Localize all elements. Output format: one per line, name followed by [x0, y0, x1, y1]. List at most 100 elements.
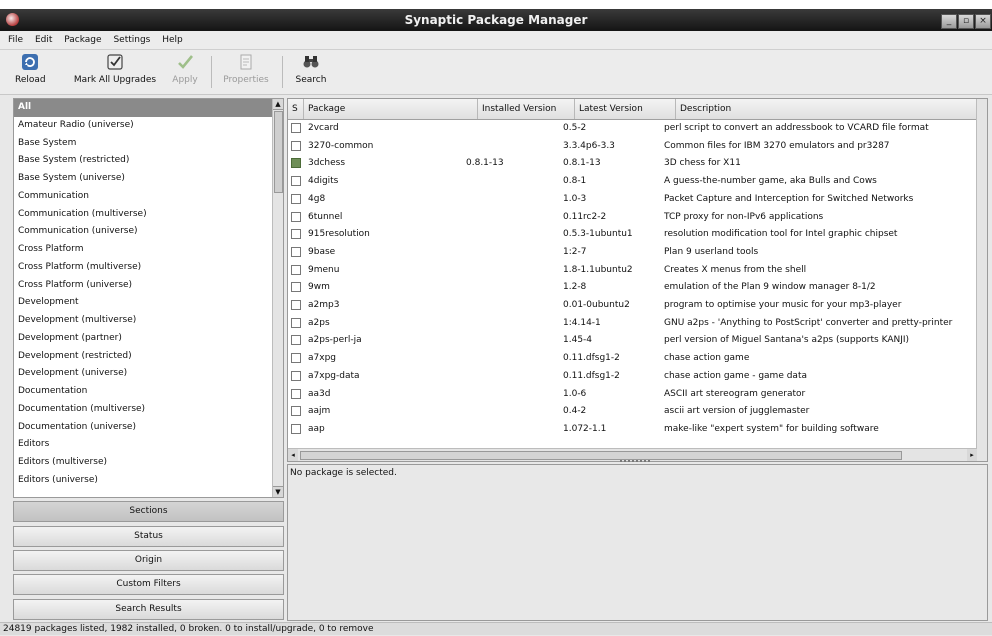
header-package[interactable]: Package [304, 99, 478, 119]
header-latest-version[interactable]: Latest Version [575, 99, 676, 119]
status-checkbox[interactable] [291, 335, 301, 346]
table-row[interactable]: 2vcard 0.5-2 perl script to convert an add… [288, 120, 987, 138]
mark-all-upgrades-button[interactable]: Mark All Upgrades [73, 53, 157, 85]
section-item[interactable]: Base System (universe) [14, 170, 283, 188]
section-item[interactable]: Development (multiverse) [14, 312, 283, 330]
status-checkbox[interactable] [291, 370, 301, 381]
close-button[interactable]: × [975, 14, 991, 29]
table-row[interactable]: a7xpg-data 0.11.dfsg1-2 chase action game … [288, 368, 987, 386]
latest-version: 1.2-8 [563, 282, 587, 293]
status-checkbox[interactable] [291, 353, 301, 364]
menu-file[interactable]: File [8, 31, 23, 49]
table-row[interactable]: a2ps 1:4.14-1 GNU a2ps - 'Anything to Post… [288, 315, 987, 333]
section-item[interactable]: Cross Platform [14, 241, 283, 259]
table-row[interactable]: 9base 1:2-7 Plan 9 userland tools [288, 244, 987, 262]
section-item[interactable]: Documentation (universe) [14, 419, 283, 437]
status-checkbox[interactable] [291, 123, 301, 133]
latest-version: 1.45-4 [563, 335, 593, 346]
table-row[interactable]: 3dchess 0.8.1-13 0.8.1-13 3D chess for X11 [288, 155, 987, 173]
status-checkbox[interactable] [291, 229, 301, 240]
package-name: a2ps [308, 317, 330, 328]
table-row[interactable]: 915resolution 0.5.3-1ubuntu1 resolution mo… [288, 226, 987, 244]
custom-filters-button[interactable]: Custom Filters [13, 574, 284, 595]
table-row[interactable]: aajm 0.4-2 ascii art version of jugglemast… [288, 403, 987, 421]
scroll-right-arrow-icon[interactable]: ▸ [967, 449, 977, 461]
status-filter-button[interactable]: Status [13, 526, 284, 547]
section-item[interactable]: Development [14, 294, 283, 312]
window-title: Synaptic Package Manager [404, 13, 588, 27]
menu-help[interactable]: Help [162, 31, 183, 49]
header-installed-version[interactable]: Installed Version [478, 99, 575, 119]
section-item[interactable]: Communication [14, 188, 283, 206]
table-row[interactable]: aap 1.072-1.1 make-like "expert system" fo… [288, 421, 987, 439]
header-description[interactable]: Description [676, 99, 977, 119]
section-item[interactable]: All [14, 99, 283, 117]
installed-status-icon[interactable] [291, 158, 301, 169]
table-row[interactable]: 9menu 1.8-1.1ubuntu2 Creates X menus from … [288, 262, 987, 280]
mark-upgrades-icon [107, 54, 123, 70]
section-item[interactable]: Development (universe) [14, 365, 283, 383]
status-checkbox[interactable] [291, 140, 301, 151]
menu-bar: File Edit Package Settings Help [0, 31, 992, 50]
package-vertical-scrollbar[interactable] [976, 99, 987, 461]
origin-filter-button[interactable]: Origin [13, 550, 284, 571]
section-item[interactable]: Communication (universe) [14, 223, 283, 241]
reload-icon [22, 54, 38, 70]
section-item[interactable]: Cross Platform (universe) [14, 277, 283, 295]
section-item[interactable]: Editors [14, 436, 283, 454]
section-item[interactable]: Amateur Radio (universe) [14, 117, 283, 135]
status-checkbox[interactable] [291, 246, 301, 257]
apply-button[interactable]: Apply [170, 53, 200, 85]
reload-button[interactable]: Reload [15, 53, 46, 85]
scroll-up-arrow-icon[interactable]: ▲ [273, 99, 283, 110]
status-checkbox[interactable] [291, 406, 301, 417]
scroll-down-arrow-icon[interactable]: ▼ [273, 486, 283, 497]
table-row[interactable]: a2mp3 0.01-0ubuntu2 program to optimise yo… [288, 297, 987, 315]
table-row[interactable]: a2ps-perl-ja 1.45-4 perl version of Miguel… [288, 332, 987, 350]
status-checkbox[interactable] [291, 211, 301, 222]
section-item[interactable]: Editors (universe) [14, 472, 283, 490]
table-row[interactable]: 6tunnel 0.11rc2-2 TCP proxy for non-IPv6 a… [288, 209, 987, 227]
sections-scrollbar[interactable]: ▲ ▼ [272, 99, 283, 497]
table-row[interactable]: 4g8 1.0-3 Packet Capture and Interception … [288, 191, 987, 209]
section-item[interactable]: Communication (multiverse) [14, 206, 283, 224]
sections-scroll-thumb[interactable] [274, 111, 283, 193]
section-item[interactable]: Development (partner) [14, 330, 283, 348]
status-checkbox[interactable] [291, 388, 301, 399]
section-item[interactable]: Cross Platform (multiverse) [14, 259, 283, 277]
section-item[interactable]: Development (restricted) [14, 348, 283, 366]
table-row[interactable]: aa3d 1.0-6 ASCII art stereogram generator [288, 386, 987, 404]
minimize-button[interactable]: _ [941, 14, 957, 29]
package-description: perl script to convert an addressbook to… [664, 123, 929, 133]
status-checkbox[interactable] [291, 317, 301, 328]
section-item[interactable]: Editors (multiverse) [14, 454, 283, 472]
properties-button[interactable]: Properties [222, 53, 270, 85]
status-checkbox[interactable] [291, 193, 301, 204]
section-item[interactable]: Base System [14, 135, 283, 153]
sections-filter-button[interactable]: Sections [13, 501, 284, 522]
search-results-button[interactable]: Search Results [13, 599, 284, 620]
horizontal-scroll-thumb[interactable] [300, 451, 902, 460]
package-name: 6tunnel [308, 211, 343, 222]
section-item[interactable]: Base System (restricted) [14, 152, 283, 170]
header-status[interactable]: S [288, 99, 304, 119]
menu-settings[interactable]: Settings [113, 31, 150, 49]
section-item[interactable]: Documentation (multiverse) [14, 401, 283, 419]
menu-package[interactable]: Package [64, 31, 101, 49]
menu-edit[interactable]: Edit [35, 31, 52, 49]
table-row[interactable]: 3270-common 3.3.4p6-3.3 Common files for I… [288, 138, 987, 156]
package-description: 3D chess for X11 [664, 158, 741, 169]
status-checkbox[interactable] [291, 176, 301, 187]
scroll-left-arrow-icon[interactable]: ◂ [288, 449, 298, 461]
status-checkbox[interactable] [291, 300, 301, 310]
search-button[interactable]: Search [294, 53, 328, 85]
table-row[interactable]: a7xpg 0.11.dfsg1-2 chase action game [288, 350, 987, 368]
status-checkbox[interactable] [291, 423, 301, 434]
table-row[interactable]: 4digits 0.8-1 A guess-the-number game, aka… [288, 173, 987, 191]
package-name: 9base [308, 246, 336, 257]
table-row[interactable]: 9wm 1.2-8 emulation of the Plan 9 window m… [288, 279, 987, 297]
status-checkbox[interactable] [291, 282, 301, 293]
maximize-button[interactable]: ▫ [958, 14, 974, 29]
status-checkbox[interactable] [291, 264, 301, 275]
section-item[interactable]: Documentation [14, 383, 283, 401]
